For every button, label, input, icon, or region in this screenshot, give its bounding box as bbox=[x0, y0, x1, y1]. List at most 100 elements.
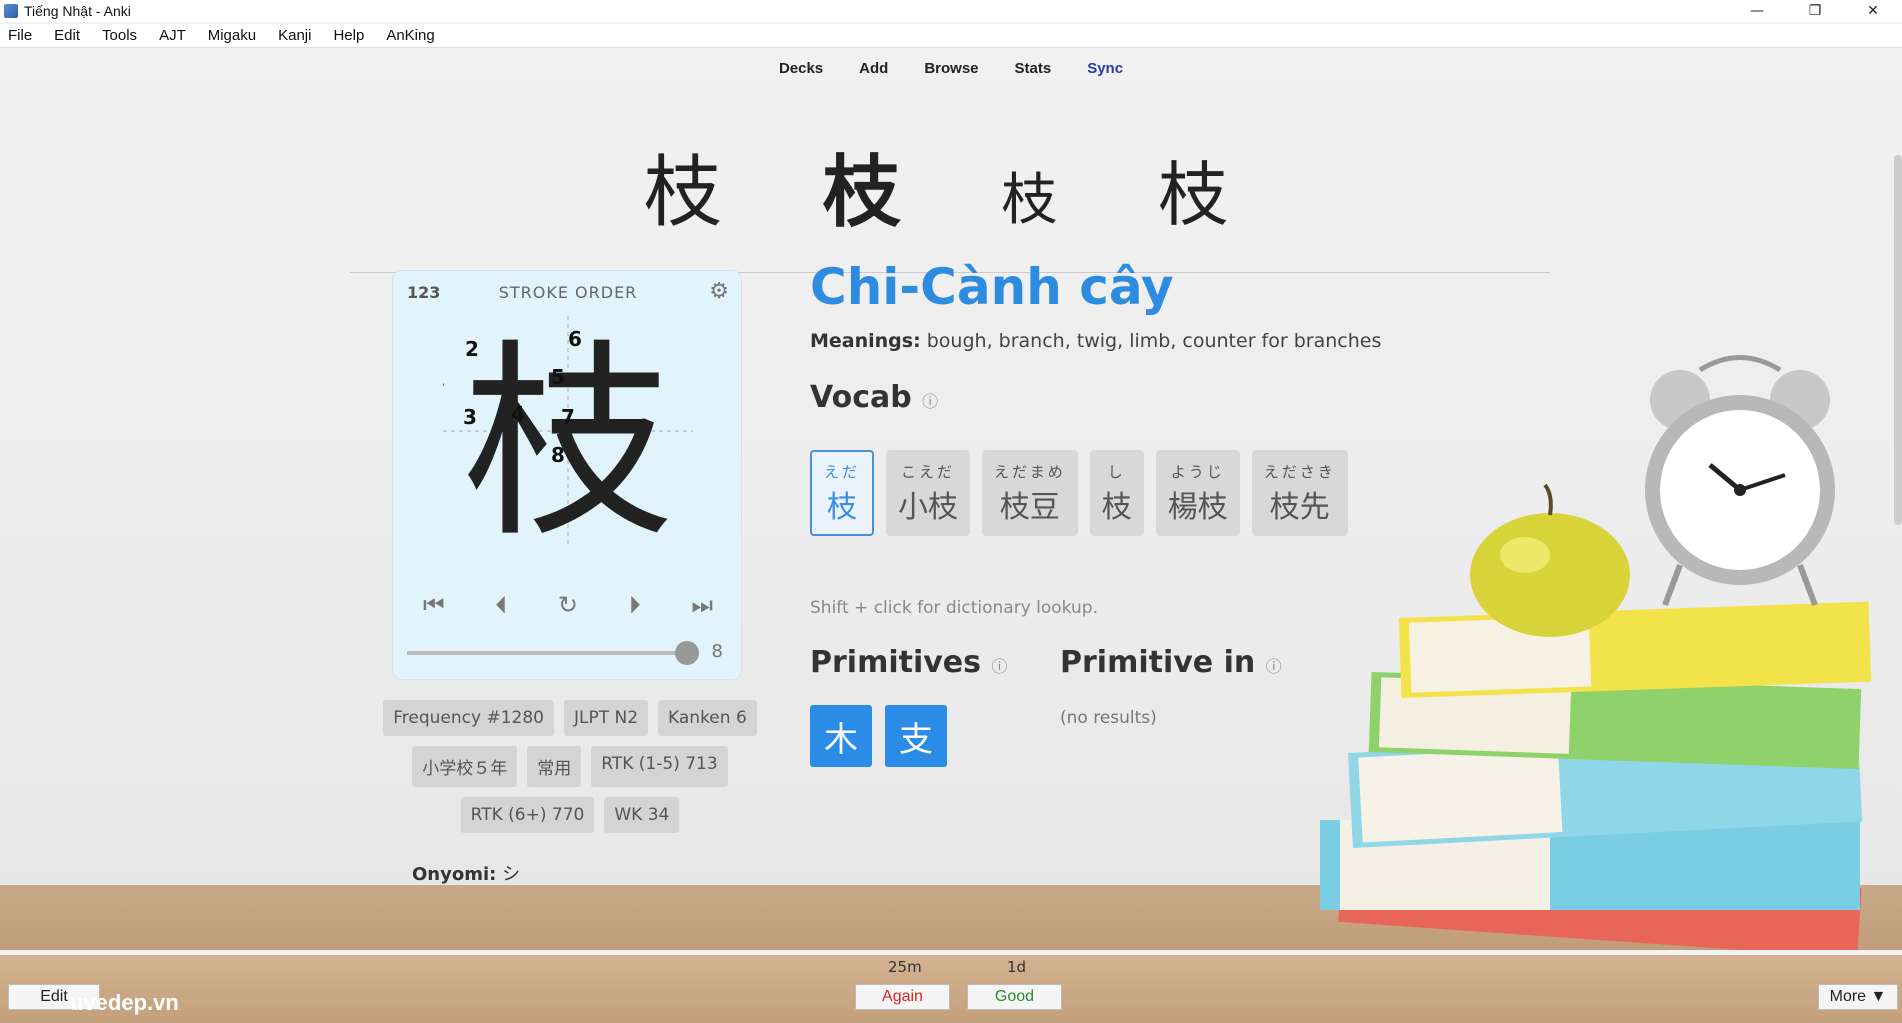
meanings-value: bough, branch, twig, limb, counter for b… bbox=[926, 330, 1382, 352]
primitives-heading: Primitives ⓘ bbox=[810, 645, 1007, 680]
vocab-heading: Vocab ⓘ bbox=[810, 380, 938, 415]
kanji-sample-bold: 枝 bbox=[822, 148, 931, 238]
primitive-in-title: Primitive in bbox=[1060, 645, 1256, 680]
help-icon[interactable]: ⓘ bbox=[922, 392, 938, 411]
first-stroke-icon[interactable]: ⏮ bbox=[423, 591, 445, 619]
menu-help[interactable]: Help bbox=[333, 27, 364, 44]
vocab-reading: し bbox=[1107, 462, 1126, 481]
vocab-word: 枝 bbox=[827, 489, 857, 525]
kanji-sample-handwritten: 枝 bbox=[1158, 154, 1259, 236]
stroke-slider[interactable] bbox=[407, 641, 699, 665]
minimize-button[interactable]: — bbox=[1728, 0, 1786, 22]
again-button[interactable]: Again bbox=[855, 984, 950, 1010]
stats-link[interactable]: Stats bbox=[1015, 60, 1052, 77]
alarm-clock-image bbox=[1645, 355, 1835, 607]
primitive-button[interactable]: 支 bbox=[885, 705, 947, 767]
kanji-sample-serif: 枝 bbox=[643, 148, 752, 238]
onyomi: Onyomi: シ bbox=[412, 860, 520, 886]
vocab-reading: えださき bbox=[1263, 462, 1336, 481]
vocab-title: Vocab bbox=[810, 380, 912, 415]
stroke-number: 4 bbox=[511, 402, 525, 426]
stroke-kanji: 枝 bbox=[463, 321, 673, 546]
vocab-word: 枝先 bbox=[1269, 489, 1330, 525]
vocab-item[interactable]: こえだ 小枝 bbox=[886, 450, 971, 536]
sync-link[interactable]: Sync bbox=[1087, 60, 1123, 77]
vocab-reading: こえだ bbox=[901, 462, 956, 481]
slider-knob[interactable] bbox=[675, 641, 699, 665]
stroke-order-diagram: 枝 1 2 3 4 5 6 7 8 bbox=[443, 316, 693, 546]
kanji-keyword: Chi-Cành cây bbox=[810, 258, 1174, 316]
vocab-item[interactable]: ようじ 楊枝 bbox=[1155, 450, 1240, 536]
stroke-number: 3 bbox=[463, 405, 477, 429]
title-bar: Tiếng Nhật - Anki — ❐ ✕ bbox=[0, 0, 1902, 22]
menu-ajt[interactable]: AJT bbox=[159, 27, 186, 44]
vocab-item[interactable]: えだまめ 枝豆 bbox=[982, 450, 1078, 536]
vocab-word: 枝豆 bbox=[999, 489, 1060, 525]
anki-app-icon bbox=[4, 4, 18, 18]
previous-stroke-icon[interactable]: ⏴ bbox=[495, 591, 507, 619]
close-button[interactable]: ✕ bbox=[1844, 0, 1902, 22]
vocab-word: 枝 bbox=[1101, 489, 1132, 525]
kanji-font-samples: 枝 枝 枝 枝 bbox=[0, 130, 1902, 242]
menu-migaku[interactable]: Migaku bbox=[208, 27, 256, 44]
menu-tools[interactable]: Tools bbox=[102, 27, 137, 44]
meanings: Meanings: bough, branch, twig, limb, cou… bbox=[810, 330, 1381, 352]
stroke-number: 1 bbox=[443, 367, 445, 391]
next-stroke-icon[interactable]: ⏵ bbox=[629, 591, 641, 619]
vocab-list: えだ 枝 こえだ 小枝 えだまめ 枝豆 し 枝 ようじ 楊枝 えださき 枝先 bbox=[810, 450, 1348, 536]
add-link[interactable]: Add bbox=[859, 60, 888, 77]
primitive-in-heading: Primitive in ⓘ bbox=[1060, 645, 1282, 680]
vocab-reading: えだ bbox=[824, 462, 861, 481]
last-stroke-icon[interactable]: ⏭ bbox=[691, 591, 713, 619]
tag-rtk-6: RTK (6+) 770 bbox=[460, 797, 595, 833]
kanji-sample-brush: 枝 bbox=[1001, 168, 1088, 233]
menu-anking[interactable]: AnKing bbox=[386, 27, 434, 44]
more-button[interactable]: More ▼ bbox=[1818, 984, 1898, 1010]
replay-icon[interactable]: ↻ bbox=[558, 591, 578, 619]
primitive-button[interactable]: 木 bbox=[810, 705, 872, 767]
stroke-number: 6 bbox=[568, 327, 582, 351]
tag-wanikani: WK 34 bbox=[604, 797, 680, 833]
menu-bar: File Edit Tools AJT Migaku Kanji Help An… bbox=[0, 24, 1902, 48]
stroke-order-title: STROKE ORDER bbox=[498, 283, 638, 302]
browse-link[interactable]: Browse bbox=[924, 60, 978, 77]
gear-icon[interactable]: ⚙ bbox=[709, 279, 729, 304]
again-interval: 25m bbox=[888, 958, 922, 976]
good-button[interactable]: Good bbox=[967, 984, 1062, 1010]
vocab-item[interactable]: えださき 枝先 bbox=[1251, 450, 1348, 536]
vocab-item[interactable]: し 枝 bbox=[1089, 450, 1144, 536]
tag-frequency: Frequency #1280 bbox=[383, 700, 554, 736]
tag-rtk-1-5: RTK (1-5) 713 bbox=[591, 746, 728, 787]
apple-image bbox=[1470, 483, 1630, 637]
good-interval: 1d bbox=[1007, 958, 1027, 976]
no-results: (no results) bbox=[1060, 708, 1157, 728]
help-icon[interactable]: ⓘ bbox=[991, 657, 1007, 676]
meanings-label: Meanings: bbox=[810, 330, 921, 352]
primitives-title: Primitives bbox=[810, 645, 981, 680]
decks-link[interactable]: Decks bbox=[779, 60, 823, 77]
help-icon[interactable]: ⓘ bbox=[1266, 657, 1282, 676]
window-title: Tiếng Nhật - Anki bbox=[24, 3, 131, 19]
stroke-number: 8 bbox=[551, 443, 565, 467]
kanji-tags: Frequency #1280 JLPT N2 Kanken 6 小学校５年 常… bbox=[380, 700, 760, 843]
stroke-number: 2 bbox=[465, 337, 479, 361]
menu-kanji[interactable]: Kanji bbox=[278, 27, 311, 44]
restore-button[interactable]: ❐ bbox=[1786, 0, 1844, 22]
tag-joyo: 常用 bbox=[527, 746, 582, 787]
stroke-number: 7 bbox=[561, 405, 575, 429]
answer-bar bbox=[0, 955, 1902, 1023]
menu-edit[interactable]: Edit bbox=[54, 27, 80, 44]
stroke-number: 5 bbox=[551, 365, 565, 389]
playback-controls: ⏮ ⏴ ↻ ⏵ ⏭ bbox=[423, 591, 713, 619]
watermark-text: uvedep.vn bbox=[70, 990, 179, 1015]
top-navigation: Decks Add Browse Stats Sync bbox=[0, 60, 1902, 77]
vocab-item[interactable]: えだ 枝 bbox=[810, 450, 875, 536]
stroke-count: 8 bbox=[711, 641, 723, 662]
vocab-word: 楊枝 bbox=[1167, 489, 1228, 525]
stroke-order-card: 12 3 STROKE ORDER ⚙ 枝 1 2 3 4 5 6 7 8 ⏮ ⏴… bbox=[392, 270, 742, 680]
onyomi-value: シ bbox=[502, 864, 521, 885]
scrollbar[interactable] bbox=[1894, 155, 1902, 525]
menu-file[interactable]: File bbox=[8, 27, 32, 44]
dictionary-hint: Shift + click for dictionary lookup. bbox=[810, 598, 1098, 618]
tag-grade: 小学校５年 bbox=[412, 746, 518, 787]
